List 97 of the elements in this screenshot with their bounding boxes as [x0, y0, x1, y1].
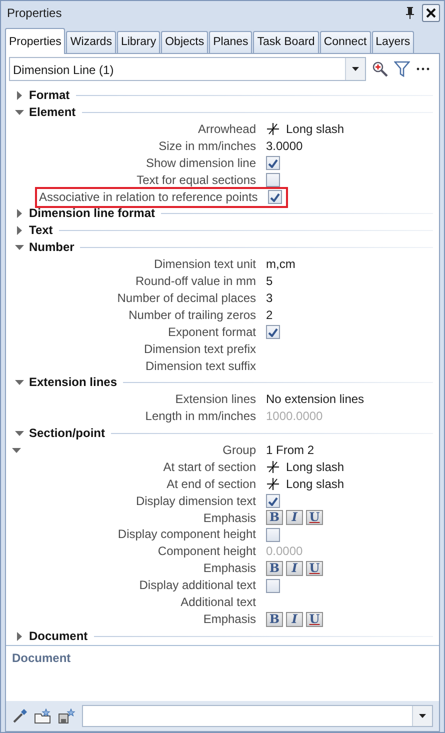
property-value[interactable]: 2	[266, 306, 273, 324]
property-label: Dimension text prefix	[144, 340, 256, 358]
property-label: Additional text	[180, 594, 256, 611]
bold-button[interactable]: B	[266, 612, 283, 627]
folder-star-icon[interactable]	[34, 708, 52, 724]
section-title: Number	[29, 239, 74, 256]
property-value[interactable]: Long slash	[286, 458, 344, 476]
tab[interactable]: Properties	[5, 28, 66, 54]
collapse-triangle-icon[interactable]	[14, 380, 24, 386]
italic-button[interactable]: I	[286, 561, 303, 576]
underline-button[interactable]: U	[306, 561, 323, 576]
property-value[interactable]: Long slash	[286, 121, 344, 138]
window-title: Properties	[7, 5, 63, 22]
long-slash-icon	[266, 122, 280, 136]
section-title: Extension lines	[29, 374, 118, 392]
property-value[interactable]: 5	[266, 273, 273, 290]
property-label: Display dimension text	[136, 492, 256, 510]
property-value[interactable]: No extension lines	[266, 391, 364, 408]
property-value[interactable]: m,cm	[266, 256, 296, 274]
description-title: Document	[12, 650, 72, 667]
eyedropper-icon[interactable]	[12, 708, 28, 724]
property-value[interactable]: 3.0000	[266, 138, 303, 155]
selector-value: Dimension Line (1)	[12, 62, 115, 80]
underline-button[interactable]: U	[306, 510, 323, 526]
property-label: Size in mm/inches	[158, 138, 256, 155]
tab[interactable]: Objects	[161, 31, 208, 54]
close-button[interactable]	[422, 4, 440, 22]
pin-icon[interactable]	[404, 6, 416, 20]
tab[interactable]: Connect	[320, 31, 371, 54]
property-label: Exponent format	[168, 324, 256, 341]
property-value[interactable]: 1 From 2	[266, 442, 314, 459]
underline-button[interactable]: U	[306, 612, 323, 627]
tab[interactable]: Task Board	[253, 31, 319, 54]
checkbox[interactable]	[268, 190, 282, 204]
checkbox[interactable]	[266, 325, 280, 340]
check-icon	[270, 192, 280, 202]
section-title: Dimension line format	[29, 205, 156, 222]
property-label: Emphasis	[203, 510, 256, 526]
long-slash-icon	[266, 477, 280, 492]
more-icon[interactable]	[416, 67, 430, 72]
checkbox[interactable]	[266, 528, 280, 542]
property-label: Dimension text unit	[154, 256, 256, 274]
object-selector[interactable]: Dimension Line (1)	[9, 57, 366, 82]
property-label: Display additional text	[139, 577, 256, 594]
bold-button[interactable]: B	[266, 561, 283, 576]
property-label: Emphasis	[203, 560, 256, 578]
property-label: Emphasis	[203, 610, 256, 628]
checkbox[interactable]	[266, 494, 280, 508]
property-label: Component height	[158, 543, 256, 560]
expand-triangle-icon[interactable]	[16, 91, 22, 100]
property-label: Number of trailing zeros	[128, 306, 256, 324]
check-icon	[268, 328, 278, 337]
property-label: Extension lines	[175, 391, 256, 408]
section-title: Text	[29, 222, 53, 240]
collapse-triangle-icon[interactable]	[12, 448, 21, 453]
filter-icon[interactable]	[394, 61, 410, 78]
long-slash-icon	[266, 460, 280, 474]
collapse-triangle-icon[interactable]	[14, 431, 24, 436]
collapse-triangle-icon[interactable]	[14, 110, 24, 116]
check-icon	[268, 158, 278, 168]
tab[interactable]: Planes	[209, 31, 252, 54]
property-label: Round-off value in mm	[135, 273, 256, 290]
close-icon	[426, 8, 436, 18]
checkbox[interactable]	[266, 156, 280, 170]
property-value[interactable]: 3	[266, 290, 273, 307]
checkbox[interactable]	[266, 173, 280, 188]
collapse-triangle-icon[interactable]	[14, 245, 24, 250]
tab[interactable]: Wizards	[66, 31, 116, 54]
italic-button[interactable]: I	[286, 510, 303, 526]
dropdown-icon	[352, 67, 359, 72]
property-label: Length in mm/inches	[145, 408, 256, 426]
property-label: Dimension text suffix	[146, 358, 256, 374]
section-title: Element	[29, 104, 76, 122]
expand-triangle-icon[interactable]	[16, 632, 22, 641]
section-title: Format	[29, 87, 70, 104]
property-label: Display component height	[118, 526, 256, 544]
checkbox[interactable]	[266, 578, 280, 593]
favorites-field[interactable]	[82, 705, 433, 727]
tab[interactable]: Library	[116, 31, 160, 54]
dropdown-icon	[419, 714, 426, 718]
bold-button[interactable]: B	[266, 510, 283, 526]
property-label: Show dimension line	[146, 154, 256, 172]
section-title: Section/point	[29, 425, 105, 442]
property-label: Group	[222, 442, 256, 459]
disk-star-icon[interactable]	[58, 708, 76, 724]
property-label: At start of section	[163, 458, 256, 476]
tab[interactable]: Layers	[372, 31, 414, 54]
property-label: Text for equal sections	[136, 172, 256, 189]
zoom-icon[interactable]	[372, 61, 388, 78]
property-label: Associative in relation to reference points	[39, 188, 258, 206]
property-label: Arrowhead	[198, 121, 256, 138]
section-title: Document	[29, 628, 88, 645]
property-label: Number of decimal places	[117, 290, 256, 307]
check-icon	[268, 496, 278, 506]
italic-button[interactable]: I	[286, 612, 303, 627]
property-value[interactable]: Long slash	[286, 476, 344, 493]
property-label: At end of section	[166, 476, 256, 493]
